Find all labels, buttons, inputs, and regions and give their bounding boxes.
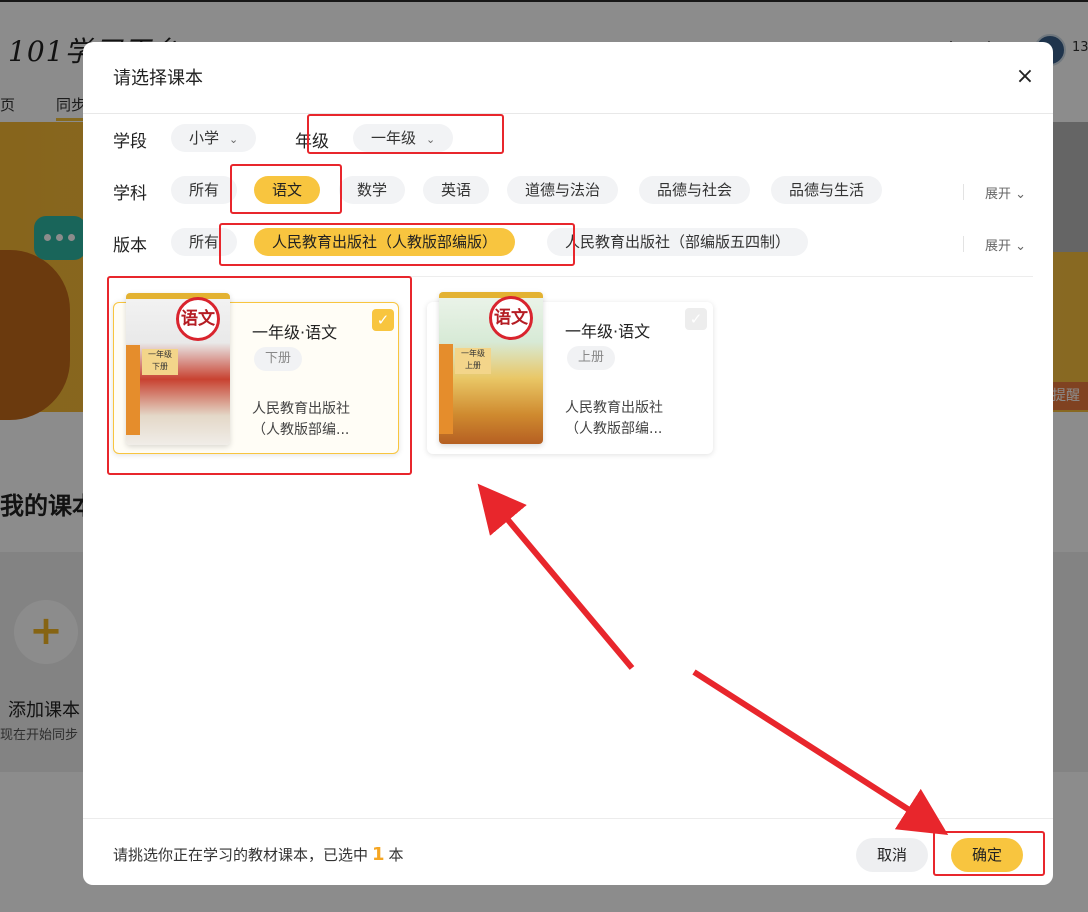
close-icon[interactable]: × [1013,66,1037,90]
stage-value: 小学 [189,129,220,147]
book-publisher-line2: （人教版部编... [252,422,350,438]
cover-grade-line1: 一年级 [461,349,485,358]
book-publisher-line1: 人民教育出版社 [252,401,350,417]
confirm-button[interactable]: 确定 [951,838,1023,872]
subject-chip-morality-society[interactable]: 品德与社会 [639,176,751,204]
subject-chip-morality-law[interactable]: 道德与法治 [507,176,619,204]
cancel-button[interactable]: 取消 [856,838,928,872]
cover-title: 语文 [176,297,220,341]
edition-chip-all[interactable]: 所有 [171,228,238,256]
subject-chip-math[interactable]: 数学 [339,176,406,204]
subject-chip-chinese[interactable]: 语文 [254,176,321,204]
cover-side-band [126,345,140,435]
title-divider [83,113,1053,114]
select-textbook-dialog: 请选择课本 × 学段 小学 ⌄ 年级 一年级 ⌄ 学科 所有 语文 数学 英语 道德… [83,42,1053,885]
subject-expand-label: 展开 [985,187,1012,202]
book-name: 一年级·语文 [565,322,651,341]
subject-chip-morality-life[interactable]: 品德与生活 [771,176,883,204]
book-cover: 语文 一年级 上册 [439,292,543,444]
edition-chip-pep-bubian[interactable]: 人民教育出版社（人教版部编版） [254,228,516,256]
filter-divider [111,276,1033,277]
book-volume-badge: 上册 [567,346,616,370]
subject-chip-english[interactable]: 英语 [423,176,490,204]
cover-grade-line2: 上册 [465,361,481,370]
book-card-grade1-volume1[interactable]: 语文 一年级 上册 一年级·语文 上册 人民教育出版社 （人教版部编... ✓ [427,292,713,454]
check-icon[interactable]: ✓ [685,308,707,330]
selection-summary-suffix: 本 [388,846,404,864]
selection-summary-prefix: 请挑选你正在学习的教材课本，已选中 [113,846,369,864]
chevron-down-icon: ⌄ [426,133,436,146]
selection-summary: 请挑选你正在学习的教材课本，已选中 1 本 [113,844,404,865]
book-publisher-line2: （人教版部编... [565,421,663,437]
cover-title: 语文 [489,296,533,340]
chevron-down-icon: ⌄ [1015,187,1027,202]
cover-grade-line1: 一年级 [148,350,172,359]
book-volume-badge: 下册 [254,347,303,371]
edition-label: 版本 [113,236,147,256]
book-publisher-line1: 人民教育出版社 [565,400,663,416]
edition-chip-pep-54[interactable]: 人民教育出版社（部编版五四制） [547,228,809,256]
grade-select[interactable]: 一年级 ⌄ [353,124,454,152]
cover-grade-label: 一年级 上册 [455,348,491,374]
cover-grade-line2: 下册 [152,362,168,371]
stage-select[interactable]: 小学 ⌄ [171,124,257,152]
edition-expand-label: 展开 [985,239,1012,254]
book-cover: 语文 一年级 下册 [126,293,230,445]
chevron-down-icon: ⌄ [1015,239,1027,254]
subject-chip-all[interactable]: 所有 [171,176,238,204]
grade-label: 年级 [295,132,329,152]
stage-label: 学段 [113,132,147,152]
book-card-grade1-volume2[interactable]: 语文 一年级 下册 一年级·语文 下册 人民教育出版社 （人教版部编... ✓ [113,293,399,454]
chevron-down-icon: ⌄ [229,133,239,146]
footer-divider [83,818,1053,819]
selected-count: 1 [372,844,385,865]
book-name: 一年级·语文 [252,323,338,342]
grade-value: 一年级 [371,129,417,147]
book-publisher: 人民教育出版社 （人教版部编... [252,399,372,441]
expand-separator [963,236,964,252]
book-publisher: 人民教育出版社 （人教版部编... [565,398,685,440]
subject-expand-button[interactable]: 展开 ⌄ [985,183,1026,202]
cover-side-band [439,344,453,434]
expand-separator [963,184,964,200]
edition-expand-button[interactable]: 展开 ⌄ [985,235,1026,254]
subject-label: 学科 [113,184,147,204]
check-icon[interactable]: ✓ [372,309,394,331]
cover-grade-label: 一年级 下册 [142,349,178,375]
dialog-title: 请选择课本 [113,68,203,89]
